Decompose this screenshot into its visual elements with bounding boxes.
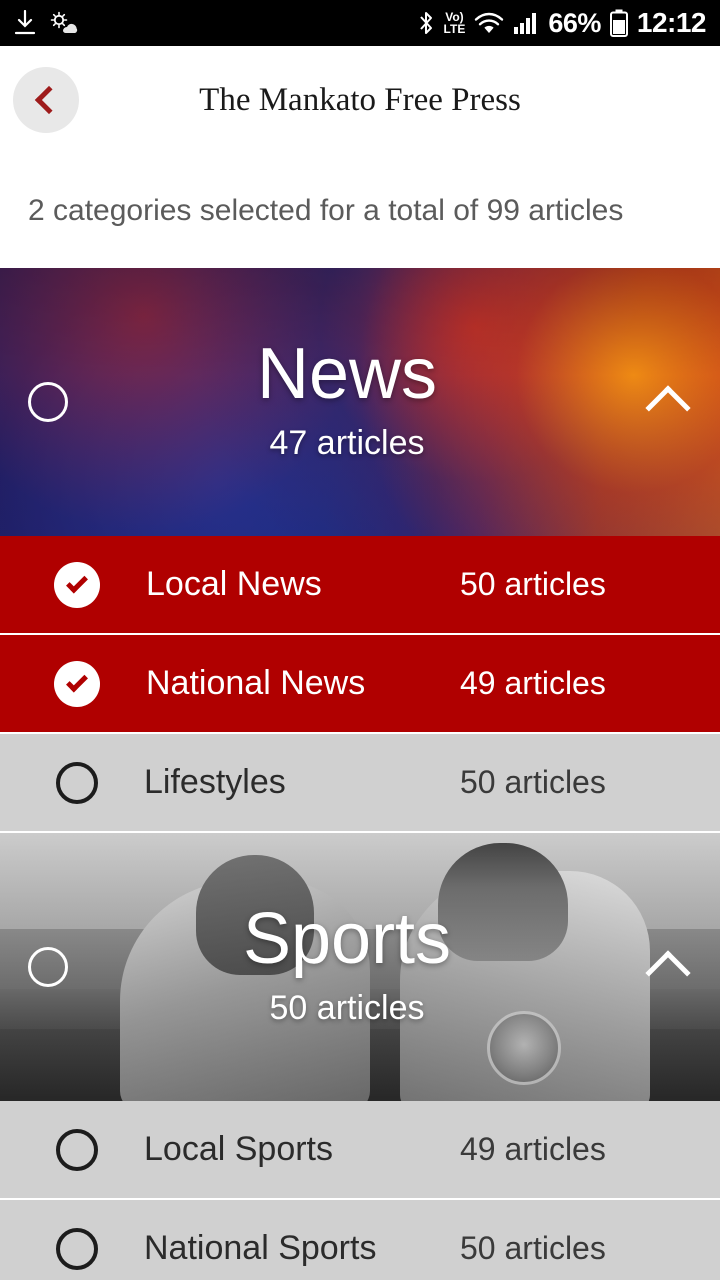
page-title: The Mankato Free Press bbox=[199, 81, 521, 118]
checkbox-local-news[interactable] bbox=[54, 561, 100, 608]
battery-icon bbox=[609, 9, 628, 37]
chevron-up-icon bbox=[645, 385, 691, 431]
category-radio-news[interactable] bbox=[28, 382, 68, 422]
subcategory-count: 50 articles bbox=[460, 764, 606, 800]
category-radio-sports[interactable] bbox=[28, 947, 68, 987]
bluetooth-icon bbox=[417, 10, 435, 36]
weather-icon bbox=[50, 11, 78, 35]
back-chevron-icon bbox=[34, 85, 64, 115]
checkbox-national-news[interactable] bbox=[54, 660, 100, 707]
collapse-toggle-sports[interactable] bbox=[626, 945, 710, 996]
download-icon bbox=[14, 10, 36, 36]
category-news-text: News 47 articles bbox=[68, 338, 626, 463]
battery-percent-label: 66% bbox=[548, 7, 601, 38]
subcategory-row-national-news[interactable]: National News 49 articles bbox=[0, 635, 720, 734]
back-button[interactable] bbox=[13, 67, 79, 133]
checkbox-national-sports[interactable] bbox=[56, 1227, 98, 1270]
subcategory-label: Local News bbox=[146, 565, 322, 603]
checkbox-lifestyles[interactable] bbox=[56, 761, 98, 804]
status-bar: Vo) LTE 66% 12:12 bbox=[0, 0, 720, 46]
check-icon bbox=[66, 571, 88, 593]
subcategory-row-local-news[interactable]: Local News 50 articles bbox=[0, 536, 720, 635]
category-title-sports: Sports bbox=[242, 898, 452, 979]
selection-summary: 2 categories selected for a total of 99 … bbox=[0, 154, 720, 268]
subcategory-label: Local Sports bbox=[144, 1130, 333, 1168]
subcategory-row-national-sports[interactable]: National Sports 50 articles bbox=[0, 1200, 720, 1280]
signal-icon bbox=[513, 11, 539, 35]
wifi-icon bbox=[474, 11, 504, 35]
subcategory-label: National Sports bbox=[144, 1229, 377, 1267]
status-bar-right-icons: Vo) LTE 66% 12:12 bbox=[417, 7, 707, 39]
category-header-news[interactable]: News 47 articles bbox=[0, 268, 720, 536]
subcategory-count: 50 articles bbox=[460, 1230, 606, 1266]
subcategory-row-local-sports[interactable]: Local Sports 49 articles bbox=[0, 1101, 720, 1200]
clock-label: 12:12 bbox=[636, 7, 707, 38]
subcategory-count: 50 articles bbox=[460, 566, 606, 602]
subcategory-count: 49 articles bbox=[460, 1131, 606, 1167]
check-icon bbox=[66, 670, 88, 692]
checkbox-local-sports[interactable] bbox=[56, 1128, 98, 1171]
chevron-up-icon bbox=[645, 950, 691, 996]
subcategory-label: Lifestyles bbox=[144, 763, 286, 801]
status-bar-left-icons bbox=[14, 10, 78, 36]
collapse-toggle-news[interactable] bbox=[626, 380, 710, 431]
app-bar: The Mankato Free Press bbox=[0, 46, 720, 154]
category-count-news: 47 articles bbox=[269, 423, 425, 462]
category-sports-text: Sports 50 articles bbox=[68, 903, 626, 1028]
category-count-sports: 50 articles bbox=[269, 988, 425, 1027]
subcategory-row-lifestyles[interactable]: Lifestyles 50 articles bbox=[0, 734, 720, 833]
category-title-news: News bbox=[256, 333, 438, 414]
volte-icon: Vo) LTE bbox=[443, 10, 466, 36]
category-header-sports[interactable]: Sports 50 articles bbox=[0, 833, 720, 1101]
subcategory-count: 49 articles bbox=[460, 665, 606, 701]
subcategory-label: National News bbox=[146, 664, 366, 702]
